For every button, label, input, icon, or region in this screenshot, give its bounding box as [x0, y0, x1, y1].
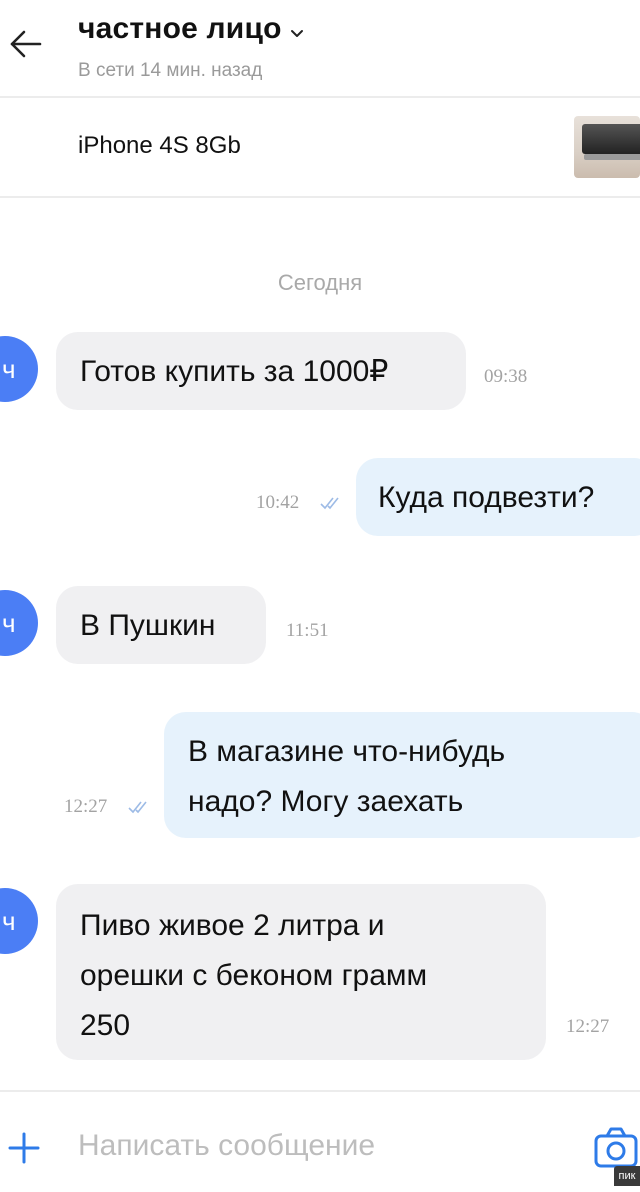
sender-avatar[interactable]: ч — [0, 590, 38, 656]
phone-image-edge — [584, 154, 640, 160]
chat-header: частное лицо В сети 14 мин. назад — [0, 0, 640, 98]
camera-icon — [594, 1127, 638, 1168]
message-text: надо? Могу заехать — [188, 785, 464, 818]
message-bubble-outgoing[interactable]: Куда подвезти? — [356, 458, 640, 536]
listing-title: iPhone 4S 8Gb — [78, 132, 241, 159]
listing-bar[interactable]: iPhone 4S 8Gb — [0, 98, 640, 198]
message-text: В магазине что-нибудь — [188, 735, 506, 768]
message-text: Готов купить за 1000₽ — [80, 355, 389, 388]
message-text: В Пушкин — [80, 609, 216, 642]
listing-thumbnail[interactable] — [574, 116, 640, 178]
read-checkmarks-icon — [320, 497, 339, 510]
message-text: Куда подвезти? — [378, 481, 595, 514]
message-composer — [0, 1090, 640, 1192]
attach-button[interactable] — [6, 1130, 42, 1166]
message-time: 11:51 — [286, 620, 329, 641]
message-bubble-incoming[interactable]: Пиво живое 2 литра и орешки с беконом гр… — [56, 884, 546, 1060]
camera-button[interactable] — [590, 1122, 640, 1172]
plus-icon — [8, 1132, 40, 1164]
online-status: В сети 14 мин. назад — [78, 60, 263, 81]
seller-name-dropdown[interactable]: частное лицо — [78, 12, 304, 46]
chat-title: частное лицо — [78, 12, 282, 45]
message-time: 10:42 — [256, 492, 300, 513]
sender-avatar[interactable]: ч — [0, 336, 38, 402]
message-time: 12:27 — [566, 1016, 610, 1037]
message-text: 250 — [80, 1009, 131, 1042]
avatar-letter: ч — [2, 906, 16, 936]
message-text: орешки с беконом грамм — [80, 959, 428, 992]
phone-image — [582, 124, 640, 154]
avatar-letter: ч — [2, 354, 16, 384]
chevron-down-icon — [291, 29, 304, 37]
avatar-letter: ч — [2, 608, 16, 638]
message-time: 12:27 — [64, 796, 108, 817]
message-time: 09:38 — [484, 366, 528, 387]
read-checkmarks-icon — [128, 801, 147, 814]
message-text: Пиво живое 2 литра и — [80, 909, 385, 942]
arrow-left-icon — [10, 30, 42, 58]
message-bubble-outgoing[interactable]: В магазине что-нибудь надо? Могу заехать — [164, 712, 640, 838]
chat-screen: частное лицо В сети 14 мин. назад iPhone… — [0, 0, 640, 1192]
watermark-logo: пик — [614, 1166, 640, 1186]
date-separator: Сегодня — [277, 270, 363, 295]
message-bubble-incoming[interactable]: В Пушкин — [56, 586, 266, 664]
sender-avatar[interactable]: ч — [0, 888, 38, 954]
message-input[interactable] — [78, 1122, 558, 1170]
message-bubble-incoming[interactable]: Готов купить за 1000₽ — [56, 332, 466, 410]
back-button[interactable] — [6, 22, 46, 66]
